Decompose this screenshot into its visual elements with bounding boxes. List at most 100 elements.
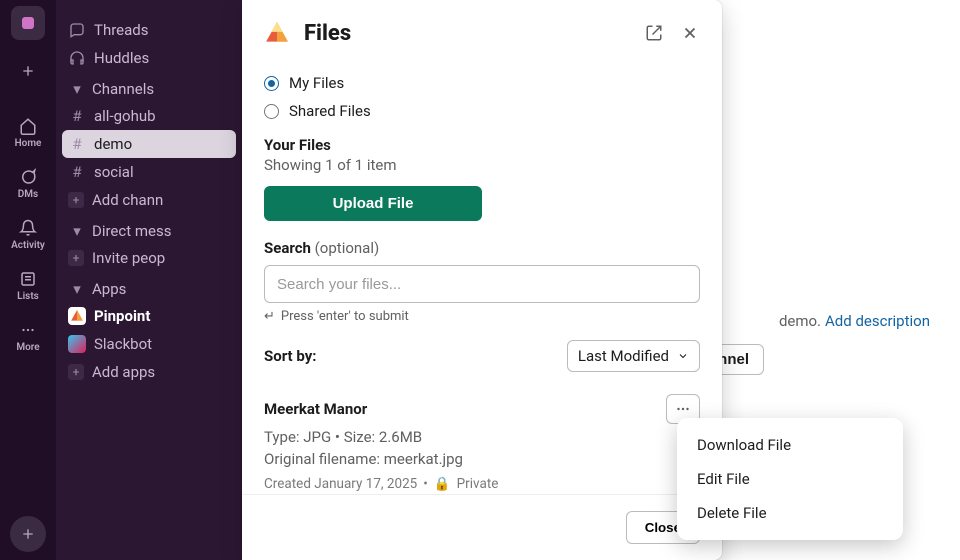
file-context-menu: Download File Edit File Delete File <box>677 418 903 540</box>
sidebar-channel-demo[interactable]: demo <box>62 130 236 158</box>
sort-label: Sort by: <box>264 347 317 365</box>
search-input[interactable] <box>264 265 700 303</box>
caret-down-icon: ▾ <box>68 280 86 298</box>
slackbot-app-icon <box>68 335 86 353</box>
hash-icon <box>68 107 86 125</box>
sidebar-add-apps[interactable]: +Add apps <box>56 358 242 386</box>
file-card: Meerkat Manor Type: JPG • Size: 2.6MB Or… <box>264 394 700 492</box>
file-count-text: Showing 1 of 1 item <box>264 156 700 174</box>
compose-button[interactable] <box>10 516 46 552</box>
separator-dot: • <box>423 476 428 492</box>
more-icon <box>18 320 38 340</box>
sidebar-section-channels[interactable]: ▾ Channels <box>56 72 242 102</box>
channel-sidebar: Threads Huddles ▾ Channels all-gohub dem… <box>56 0 242 560</box>
search-label: Search (optional) <box>264 239 700 257</box>
search-hint-text: Press 'enter' to submit <box>281 309 409 324</box>
radio-my-files[interactable]: My Files <box>264 74 700 92</box>
radio-shared-files[interactable]: Shared Files <box>264 102 700 120</box>
sidebar-channel-social[interactable]: social <box>56 158 242 186</box>
modal-title: Files <box>304 21 630 46</box>
modal-body: My Files Shared Files Your Files Showing… <box>242 56 722 494</box>
sidebar-item-label: demo <box>94 135 132 153</box>
lists-icon <box>18 269 38 289</box>
workspace-switcher[interactable] <box>11 6 45 40</box>
left-rail: Home DMs Activity Lists More <box>0 0 56 560</box>
rail-item-label: Home <box>15 138 42 149</box>
workspace-icon <box>19 14 37 32</box>
sidebar-item-label: all-gohub <box>94 107 156 125</box>
search-optional-text: (optional) <box>315 239 380 257</box>
upload-file-button[interactable]: Upload File <box>264 186 482 221</box>
sidebar-channel-all-gohub[interactable]: all-gohub <box>56 102 242 130</box>
menu-download-file[interactable]: Download File <box>677 428 903 462</box>
rail-item-activity[interactable]: Activity <box>4 212 52 257</box>
channel-description-row: demo. Add description <box>779 312 930 330</box>
rail-item-more[interactable]: More <box>4 314 52 359</box>
sidebar-item-label: Slackbot <box>94 335 152 353</box>
pinpoint-app-icon <box>68 307 86 325</box>
home-icon <box>18 116 38 136</box>
sidebar-section-label: Direct mess <box>92 222 171 240</box>
external-link-icon <box>645 24 663 42</box>
sidebar-item-label: Pinpoint <box>94 307 150 325</box>
menu-edit-file[interactable]: Edit File <box>677 462 903 496</box>
hash-icon <box>68 135 86 153</box>
sidebar-app-slackbot[interactable]: Slackbot <box>56 330 242 358</box>
caret-down-icon: ▾ <box>68 222 86 240</box>
rail-item-home[interactable]: Home <box>4 110 52 155</box>
plus-icon <box>20 63 36 79</box>
pinpoint-logo-icon <box>264 20 290 46</box>
bell-icon <box>18 218 38 238</box>
chevron-down-icon <box>677 350 689 362</box>
add-description-link[interactable]: Add description <box>825 312 930 330</box>
sort-row: Sort by: Last Modified <box>264 340 700 372</box>
sidebar-item-label: Add apps <box>92 363 155 381</box>
new-workspace-button[interactable] <box>11 54 45 88</box>
sidebar-section-label: Channels <box>92 80 154 98</box>
open-external-button[interactable] <box>644 23 664 43</box>
main-area: demo. Add description annel Files My Fil… <box>242 0 960 560</box>
sort-select[interactable]: Last Modified <box>567 340 700 372</box>
sidebar-item-label: Add chann <box>92 191 163 209</box>
file-original-filename: Original filename: meerkat.jpg <box>264 450 700 468</box>
file-created-text: Created January 17, 2025 <box>264 476 417 492</box>
file-meta: Type: JPG • Size: 2.6MB <box>264 428 700 446</box>
rail-item-lists[interactable]: Lists <box>4 263 52 308</box>
rail-item-label: Activity <box>11 240 45 251</box>
sidebar-section-label: Apps <box>92 280 126 298</box>
sidebar-invite-people[interactable]: +Invite peop <box>56 244 242 272</box>
sidebar-item-threads[interactable]: Threads <box>56 16 242 44</box>
sidebar-item-huddles[interactable]: Huddles <box>56 44 242 72</box>
rail-item-label: Lists <box>17 291 39 302</box>
dm-icon <box>18 167 38 187</box>
sort-value: Last Modified <box>578 347 669 365</box>
threads-icon <box>68 22 86 38</box>
your-files-label: Your Files <box>264 136 700 154</box>
radio-icon <box>264 104 279 119</box>
sidebar-section-dms[interactable]: ▾ Direct mess <box>56 214 242 244</box>
files-modal: Files My Files Shared Files Your Files S… <box>242 0 722 560</box>
headphones-icon <box>68 50 86 66</box>
file-footer: Created January 17, 2025 • 🔒 Private <box>264 476 700 492</box>
close-icon <box>681 24 699 42</box>
sidebar-add-channel[interactable]: + Add chann <box>56 186 242 214</box>
rail-item-dms[interactable]: DMs <box>4 161 52 206</box>
channel-name-text: demo. <box>779 312 821 330</box>
menu-delete-file[interactable]: Delete File <box>677 496 903 530</box>
caret-down-icon: ▾ <box>68 80 86 98</box>
sidebar-item-label: Huddles <box>94 49 149 67</box>
close-modal-button[interactable] <box>680 23 700 43</box>
lock-icon: 🔒 <box>434 476 451 492</box>
sidebar-item-label: Invite peop <box>92 249 165 267</box>
plus-box-icon: + <box>68 192 84 208</box>
file-title: Meerkat Manor <box>264 400 367 418</box>
sidebar-item-label: Threads <box>94 21 148 39</box>
ellipsis-icon <box>674 400 692 418</box>
sidebar-section-apps[interactable]: ▾ Apps <box>56 272 242 302</box>
radio-label: Shared Files <box>289 102 371 120</box>
plus-icon <box>20 526 36 542</box>
rail-item-label: DMs <box>18 189 38 200</box>
search-label-text: Search <box>264 239 311 257</box>
sidebar-app-pinpoint[interactable]: Pinpoint <box>56 302 242 330</box>
radio-label: My Files <box>289 74 344 92</box>
